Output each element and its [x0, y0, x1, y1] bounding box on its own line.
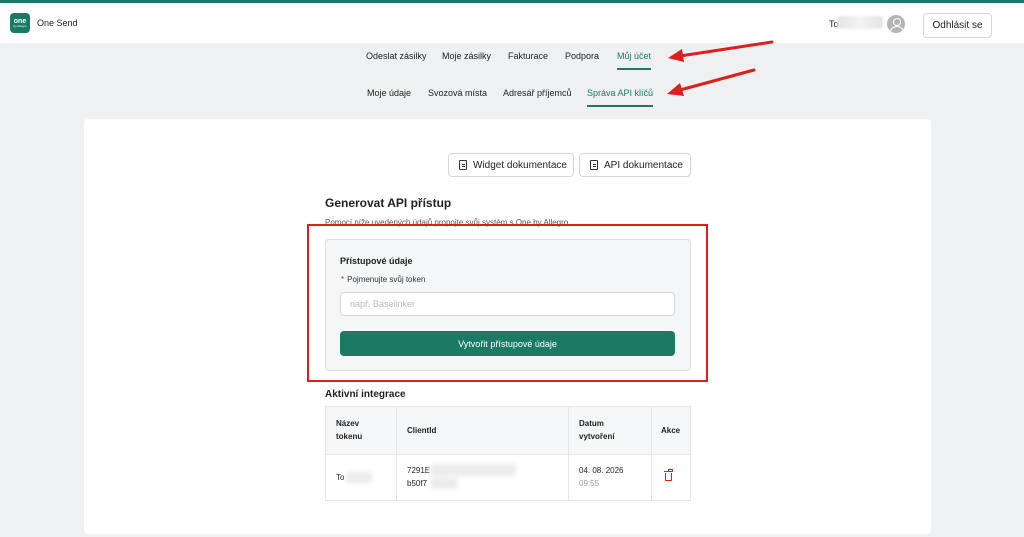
- table-row-client-id-line2: b50f7: [407, 479, 428, 488]
- delete-trash-icon[interactable]: [664, 469, 673, 481]
- client-id-redacted: [430, 477, 458, 489]
- document-icon: [459, 160, 467, 170]
- page-scrollbar[interactable]: [1016, 43, 1024, 537]
- user-name-redacted: [837, 16, 883, 29]
- nav-invoicing[interactable]: Fakturace: [508, 51, 548, 61]
- nav-support[interactable]: Podpora: [565, 51, 599, 61]
- section-title: Generovat API přístup: [325, 196, 452, 210]
- logout-button[interactable]: Odhlásit se: [923, 13, 992, 38]
- widget-docs-button[interactable]: Widget dokumentace: [448, 153, 574, 177]
- integrations-title: Aktivní integrace: [325, 389, 406, 400]
- table-row-token-name: To: [336, 473, 345, 482]
- annotation-arrows-icon: [667, 40, 774, 96]
- app-logo[interactable]: one by Allegro: [10, 13, 30, 33]
- api-docs-label: API dokumentace: [604, 159, 683, 171]
- top-bar: one by Allegro One Send To Odhlásit se: [0, 0, 1024, 43]
- api-docs-button[interactable]: API dokumentace: [579, 153, 691, 177]
- column-header-client-id: ClientId: [407, 426, 437, 435]
- document-icon: [590, 160, 598, 170]
- integrations-table: Název tokenu ClientId Datum vytvoření Ak…: [325, 406, 691, 501]
- column-header-created-date: Datum vytvoření: [579, 419, 615, 441]
- subnav-api-keys[interactable]: Správa API klíčů: [587, 88, 654, 107]
- nav-my-account[interactable]: Můj účet: [617, 51, 652, 70]
- row-divider: [326, 454, 690, 455]
- widget-docs-label: Widget dokumentace: [473, 159, 567, 171]
- subnav-my-details[interactable]: Moje údaje: [367, 88, 411, 98]
- table-row-time: 09:55: [579, 479, 600, 488]
- app-name: One Send: [37, 18, 78, 28]
- subnav-recipient-book[interactable]: Adresář příjemců: [503, 88, 572, 98]
- table-row-date: 04. 08. 2026: [579, 466, 624, 475]
- nav-send-parcels[interactable]: Odeslat zásilky: [366, 51, 427, 61]
- client-id-redacted: [430, 464, 516, 476]
- table-row-client-id-line1: 7291E: [407, 466, 431, 475]
- subnav-pickup-points[interactable]: Svozová místa: [428, 88, 487, 98]
- column-header-action: Akce: [661, 426, 681, 435]
- user-avatar-icon[interactable]: [887, 15, 905, 33]
- nav-my-parcels[interactable]: Moje zásilky: [442, 51, 491, 61]
- column-header-token-name: Název tokenu: [336, 419, 363, 441]
- logo-subtext: by Allegro: [13, 24, 27, 28]
- token-name-redacted: [346, 472, 372, 483]
- annotation-highlight-frame: [307, 224, 708, 382]
